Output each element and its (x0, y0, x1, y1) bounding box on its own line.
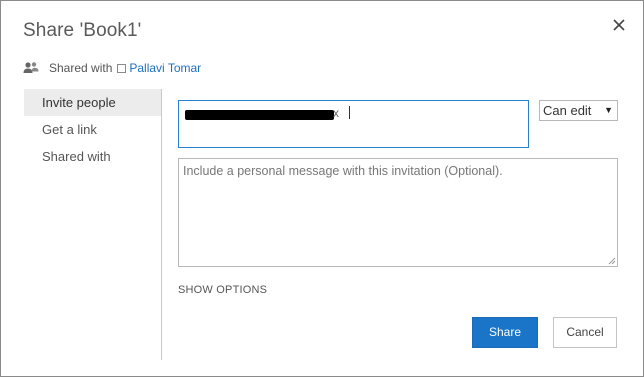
shared-user-link[interactable]: Pallavi Tomar (129, 61, 201, 75)
people-icon (23, 61, 39, 75)
permission-value: Can edit (543, 103, 592, 118)
personal-message-field[interactable]: Include a personal message with this inv… (178, 158, 618, 267)
dropdown-arrow-icon: ▼ (604, 105, 613, 115)
share-button[interactable]: Share (472, 317, 538, 348)
nav-divider (161, 89, 162, 360)
invite-people-input[interactable]: x (178, 100, 529, 148)
nav-item-label: Invite people (42, 95, 116, 110)
show-options-link[interactable]: SHOW OPTIONS (178, 284, 267, 296)
nav-item-invite-people[interactable]: Invite people (24, 89, 161, 116)
nav-item-label: Get a link (42, 122, 97, 137)
remove-recipient-icon[interactable]: x (333, 106, 339, 120)
user-presence-checkbox (117, 64, 127, 73)
cancel-button[interactable]: Cancel (553, 317, 617, 348)
nav-item-shared-with[interactable]: Shared with (24, 143, 161, 170)
text-cursor (349, 106, 350, 119)
shared-with-row: Shared with Pallavi Tomar (23, 60, 201, 76)
share-dialog: Share 'Book1' Shared with Pallavi Tomar … (0, 0, 644, 377)
dialog-title: Share 'Book1' (23, 20, 142, 41)
share-nav: Invite people Get a link Shared with (24, 89, 161, 170)
close-icon[interactable] (609, 15, 629, 35)
redacted-recipient (185, 110, 334, 120)
shared-with-label: Shared with (49, 61, 113, 75)
nav-item-get-a-link[interactable]: Get a link (24, 116, 161, 143)
message-placeholder: Include a personal message with this inv… (183, 164, 503, 178)
resize-handle-icon[interactable] (608, 257, 616, 265)
permission-select[interactable]: Can edit ▼ (539, 100, 618, 121)
nav-item-label: Shared with (42, 149, 111, 164)
